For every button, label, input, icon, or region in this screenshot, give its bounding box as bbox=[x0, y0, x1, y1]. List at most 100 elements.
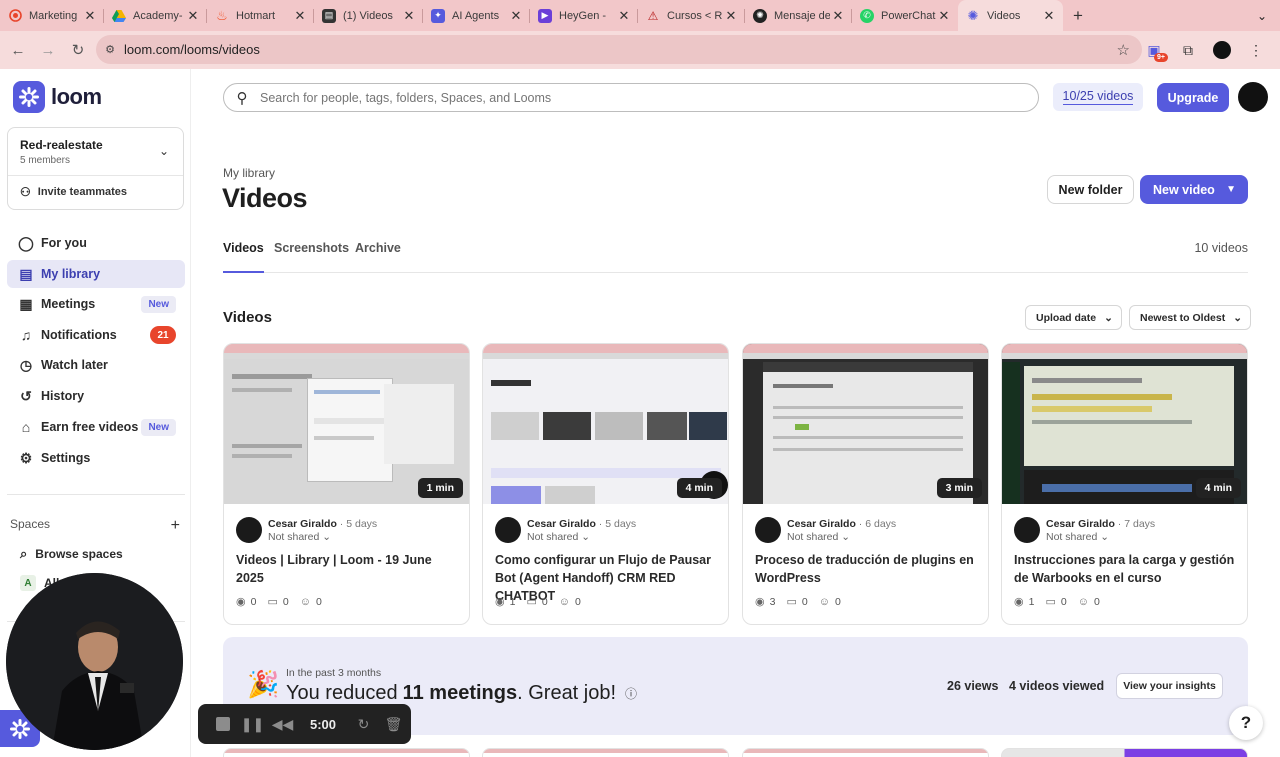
video-title[interactable]: Proceso de traducción de plugins en Word… bbox=[755, 551, 981, 587]
close-icon[interactable]: ✕ bbox=[616, 8, 632, 24]
sidebar-item-history[interactable]: ↺ History bbox=[7, 382, 185, 410]
new-folder-button[interactable]: New folder bbox=[1047, 175, 1134, 204]
close-icon[interactable]: ✕ bbox=[830, 8, 846, 24]
extension-icon[interactable]: ▣ 9+ bbox=[1140, 36, 1168, 64]
new-video-button[interactable]: New video ▼ bbox=[1140, 175, 1248, 204]
video-card[interactable]: 4 min Cesar Giraldo · 7 days Not shared … bbox=[1001, 343, 1248, 625]
video-card[interactable]: 3 min Cesar Giraldo · 6 days Not shared … bbox=[742, 343, 989, 625]
loom-icon: ✺ bbox=[967, 7, 979, 23]
sidebar-item-watch-later[interactable]: ◷ Watch later bbox=[7, 351, 185, 379]
video-thumbnail[interactable]: 3 min bbox=[743, 344, 988, 504]
browser-tab-hotmart[interactable]: ♨ Hotmart ✕ bbox=[207, 0, 314, 31]
browser-tab-ai-agents[interactable]: ✦ AI Agents ✕ bbox=[423, 0, 530, 31]
view-insights-button[interactable]: View your insights bbox=[1116, 673, 1223, 699]
reload-button[interactable]: ↻ bbox=[63, 35, 93, 65]
tab-screenshots[interactable]: Screenshots bbox=[274, 241, 349, 273]
video-card[interactable] bbox=[482, 748, 729, 757]
chevron-down-icon[interactable]: ▼ bbox=[1226, 184, 1236, 195]
sort-field-dropdown[interactable]: Upload date ⌄ bbox=[1025, 305, 1122, 330]
video-card[interactable] bbox=[223, 748, 470, 757]
address-bar[interactable]: ⚙ loom.com/looms/videos ☆ bbox=[96, 35, 1142, 64]
library-icon: ▤ bbox=[19, 265, 33, 282]
sidebar-item-for-you[interactable]: ◯ For you bbox=[7, 229, 185, 257]
video-card[interactable]: 1 min Cesar Giraldo · 5 days Not shared … bbox=[223, 343, 470, 625]
video-thumbnail[interactable]: 4 min bbox=[1002, 344, 1247, 504]
avatar[interactable] bbox=[236, 517, 262, 543]
browse-spaces-link[interactable]: ⌕ Browse spaces bbox=[20, 546, 123, 562]
close-icon[interactable]: ✕ bbox=[936, 8, 952, 24]
eye-icon: ◉ bbox=[755, 596, 765, 608]
add-space-icon[interactable]: + bbox=[171, 517, 180, 535]
avatar[interactable] bbox=[755, 517, 781, 543]
bookmark-star-icon[interactable]: ☆ bbox=[1117, 41, 1130, 59]
tab-archive[interactable]: Archive bbox=[355, 241, 401, 273]
close-icon[interactable]: ✕ bbox=[401, 8, 417, 24]
sort-order-dropdown[interactable]: Newest to Oldest ⌄ bbox=[1129, 305, 1251, 330]
browser-tab-cursos[interactable]: ⚠ Cursos < R ✕ bbox=[638, 0, 745, 31]
video-card[interactable] bbox=[1001, 748, 1248, 757]
share-status-dropdown[interactable]: Not shared ⌄ bbox=[268, 531, 331, 543]
video-author[interactable]: Cesar Giraldo bbox=[787, 518, 856, 530]
help-button[interactable]: ? bbox=[1229, 706, 1263, 740]
video-author[interactable]: Cesar Giraldo bbox=[268, 518, 337, 530]
more-menu-icon[interactable]: ⋮ bbox=[1242, 36, 1270, 64]
close-icon[interactable]: ✕ bbox=[1041, 8, 1057, 24]
sidebar-item-earn-free-videos[interactable]: ⌂ Earn free videos New bbox=[7, 413, 185, 441]
back-button[interactable]: ← bbox=[3, 35, 33, 65]
search-input[interactable] bbox=[260, 90, 960, 105]
browser-tab-academy[interactable]: Academy- ✕ bbox=[104, 0, 207, 31]
avatar[interactable] bbox=[1014, 517, 1040, 543]
sidebar-item-settings[interactable]: ⚙ Settings bbox=[7, 444, 185, 472]
video-author[interactable]: Cesar Giraldo bbox=[1046, 518, 1115, 530]
video-title[interactable]: Videos | Library | Loom - 19 June 2025 bbox=[236, 551, 462, 587]
avatar[interactable] bbox=[495, 517, 521, 543]
workspace-switcher[interactable]: Red-realestate 5 members ⌄ ⚇ Invite teamm… bbox=[7, 127, 184, 210]
loom-logo[interactable]: loom bbox=[13, 81, 102, 113]
video-author[interactable]: Cesar Giraldo bbox=[527, 518, 596, 530]
sidebar-item-meetings[interactable]: ▦ Meetings New bbox=[7, 290, 185, 318]
close-icon[interactable]: ✕ bbox=[723, 8, 739, 24]
sidebar-item-notifications[interactable]: ♫ Notifications 21 bbox=[7, 321, 185, 349]
sidebar-item-my-library[interactable]: ▤ My library bbox=[7, 260, 185, 288]
close-icon[interactable]: ✕ bbox=[82, 8, 98, 24]
info-icon[interactable]: ⓘ bbox=[625, 685, 637, 702]
invite-teammates-button[interactable]: ⚇ Invite teammates bbox=[20, 185, 127, 199]
trash-icon[interactable]: 🗑 bbox=[385, 716, 403, 733]
upgrade-button[interactable]: Upgrade bbox=[1157, 83, 1229, 112]
webcam-bubble[interactable] bbox=[6, 573, 183, 750]
video-card[interactable] bbox=[742, 748, 989, 757]
close-icon[interactable]: ✕ bbox=[185, 8, 201, 24]
search-bar[interactable]: ⚲ bbox=[223, 83, 1039, 112]
video-thumbnail[interactable]: 4 min bbox=[483, 344, 728, 504]
profile-avatar[interactable] bbox=[1208, 36, 1236, 64]
close-icon[interactable]: ✕ bbox=[508, 8, 524, 24]
share-status-dropdown[interactable]: Not shared ⌄ bbox=[1046, 531, 1109, 543]
pause-icon[interactable]: ❚❚ bbox=[241, 716, 264, 733]
site-info-icon[interactable]: ⚙ bbox=[96, 43, 124, 56]
restart-icon[interactable]: ↻ bbox=[355, 716, 372, 733]
puzzle-icon[interactable]: ⧉ bbox=[1174, 36, 1202, 64]
forward-button[interactable]: → bbox=[33, 35, 63, 65]
video-thumbnail[interactable]: 1 min bbox=[224, 344, 469, 504]
browser-tab-videos-doc[interactable]: ▤ (1) Videos ✕ bbox=[314, 0, 423, 31]
tab-search-icon[interactable]: ⌄ bbox=[1244, 0, 1280, 31]
browser-tab-record[interactable]: Marketing ✕ bbox=[0, 0, 104, 31]
tab-videos[interactable]: Videos bbox=[223, 241, 264, 273]
video-title[interactable]: Instrucciones para la carga y gestión de… bbox=[1014, 551, 1240, 587]
browser-tab-heygen[interactable]: ▶ HeyGen - ✕ bbox=[530, 0, 638, 31]
close-icon[interactable]: ✕ bbox=[292, 8, 308, 24]
rewind-icon[interactable]: ◀◀ bbox=[272, 716, 294, 733]
browser-tab-mensaje[interactable]: ✺ Mensaje de ✕ bbox=[745, 0, 852, 31]
breadcrumb[interactable]: My library bbox=[223, 166, 275, 180]
browser-tab-videos-active[interactable]: ✺ Videos ✕ bbox=[958, 0, 1063, 31]
chevron-down-icon[interactable]: ⌄ bbox=[159, 144, 169, 158]
share-status-dropdown[interactable]: Not shared ⌄ bbox=[527, 531, 590, 543]
stop-icon[interactable] bbox=[214, 716, 231, 733]
browser-tab-powerchat[interactable]: ✆ PowerChat ✕ bbox=[852, 0, 958, 31]
avatar[interactable] bbox=[1238, 82, 1268, 112]
new-tab-button[interactable]: + bbox=[1063, 0, 1093, 31]
share-status-dropdown[interactable]: Not shared ⌄ bbox=[787, 531, 850, 543]
video-card[interactable]: 4 min Cesar Giraldo · 5 days Not shared … bbox=[482, 343, 729, 625]
url-text: loom.com/looms/videos bbox=[124, 42, 260, 57]
video-quota[interactable]: 10/25 videos bbox=[1053, 83, 1143, 111]
